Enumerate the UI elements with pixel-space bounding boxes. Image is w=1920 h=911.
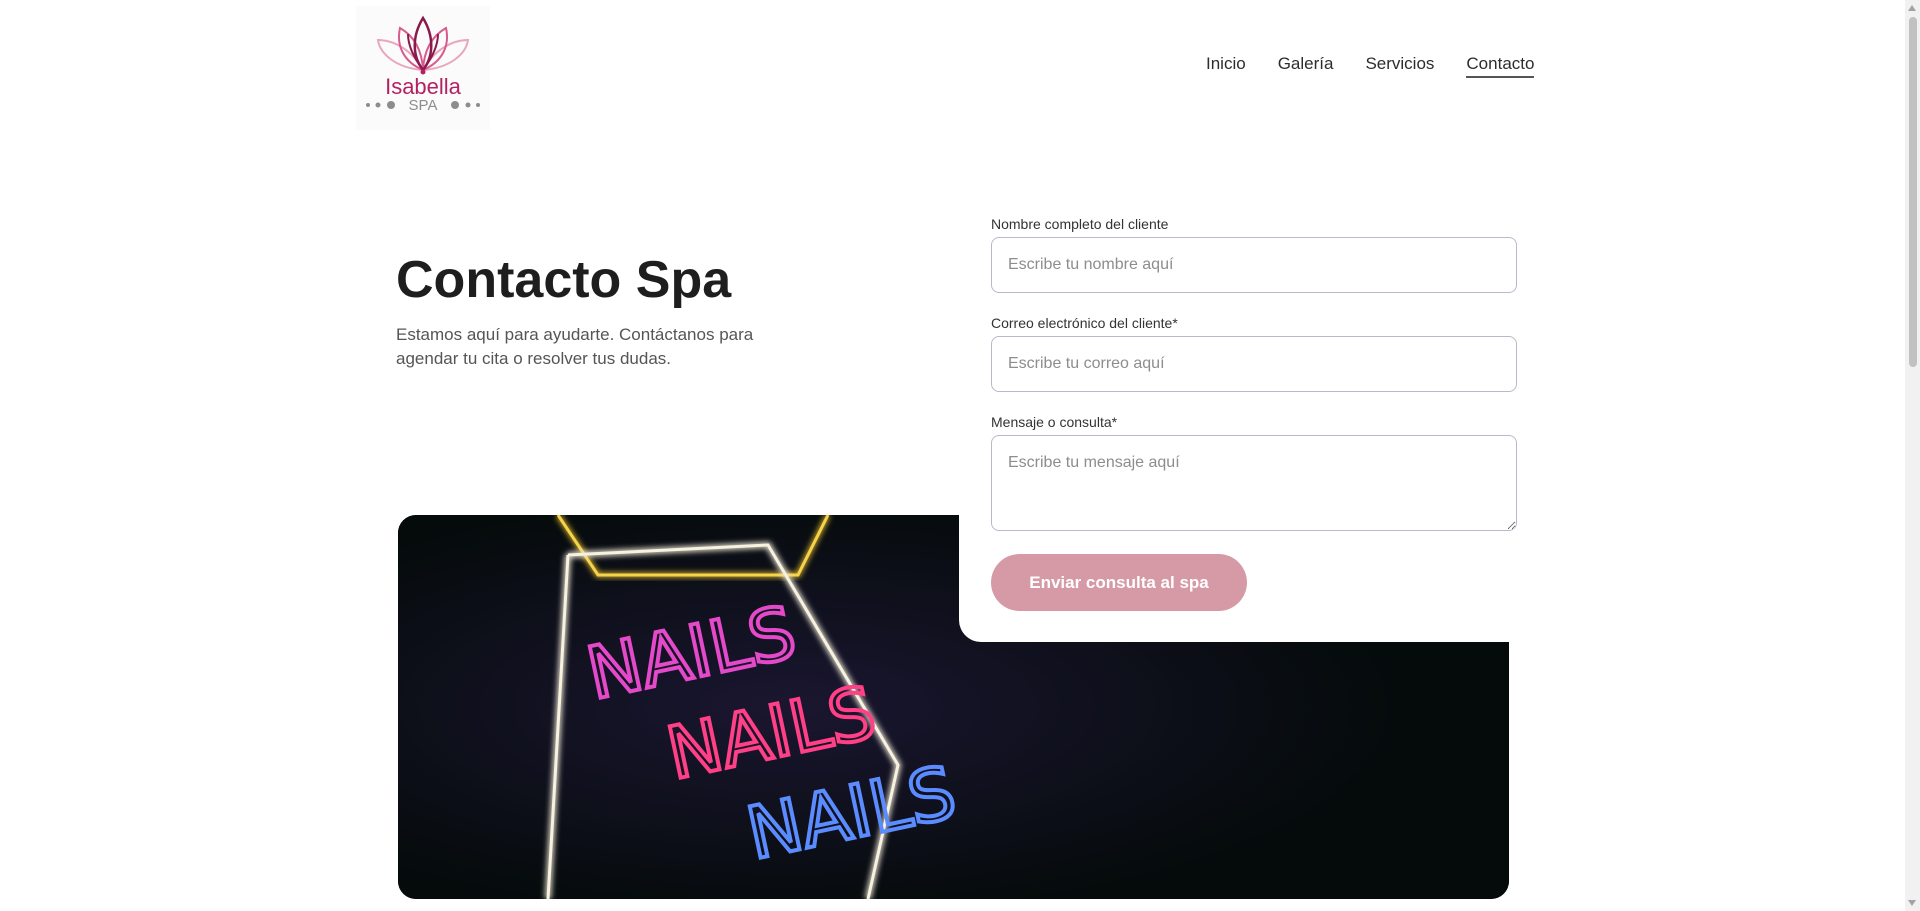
name-label: Nombre completo del cliente bbox=[991, 216, 1169, 232]
logo-name: Isabella bbox=[385, 74, 462, 99]
page-description: Estamos aquí para ayudarte. Contáctanos … bbox=[396, 325, 754, 368]
scroll-thumb[interactable] bbox=[1909, 17, 1917, 367]
lotus-icon: Isabella SPA bbox=[366, 15, 480, 114]
page: Isabella SPA Inicio Galería Servicios Co… bbox=[0, 0, 1905, 911]
scroll-up-icon[interactable] bbox=[1908, 5, 1916, 11]
nav-galeria[interactable]: Galería bbox=[1278, 54, 1334, 78]
email-input[interactable] bbox=[991, 336, 1517, 392]
message-label: Mensaje o consulta* bbox=[991, 414, 1118, 430]
nav-inicio[interactable]: Inicio bbox=[1206, 54, 1246, 78]
message-textarea[interactable] bbox=[991, 435, 1517, 531]
nav-contacto[interactable]: Contacto bbox=[1466, 54, 1535, 78]
main-nav: Inicio Galería Servicios Contacto bbox=[1206, 54, 1535, 78]
page-scrollbar[interactable] bbox=[1905, 0, 1920, 911]
contact-form: Nombre completo del cliente Correo elect… bbox=[959, 200, 1544, 642]
logo-sub: SPA bbox=[409, 97, 438, 114]
page-title: Contacto Spa bbox=[396, 251, 732, 309]
logo[interactable]: Isabella SPA bbox=[356, 6, 490, 130]
email-label: Correo electrónico del cliente* bbox=[991, 315, 1178, 331]
nav-servicios[interactable]: Servicios bbox=[1365, 54, 1434, 78]
scroll-down-icon[interactable] bbox=[1908, 900, 1916, 906]
submit-button[interactable]: Enviar consulta al spa bbox=[991, 554, 1247, 611]
name-input[interactable] bbox=[991, 237, 1517, 293]
